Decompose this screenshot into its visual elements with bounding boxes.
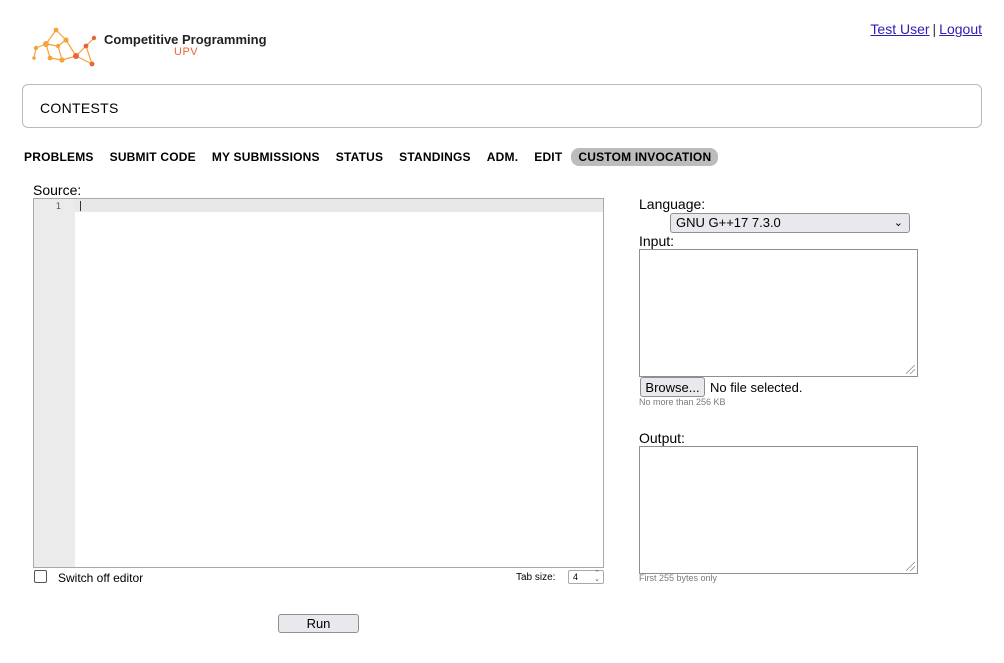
editor-options-row: Switch off editor Tab size: 4 ⌃ ⌄ — [33, 569, 604, 587]
logout-link[interactable]: Logout — [939, 21, 982, 37]
switch-off-editor-label[interactable]: Switch off editor — [58, 571, 143, 585]
output-size-hint: First 255 bytes only — [639, 573, 718, 583]
contests-link[interactable]: CONTESTS — [40, 100, 119, 116]
network-logo-icon — [32, 27, 97, 67]
tab-size-label: Tab size: — [516, 572, 556, 583]
active-line-highlight — [34, 199, 603, 212]
file-status-text: No file selected. — [710, 380, 803, 395]
resize-grip-icon[interactable] — [906, 365, 915, 374]
nav-item-custom-invocation[interactable]: CUSTOM INVOCATION — [571, 148, 719, 166]
input-textarea[interactable] — [639, 249, 918, 377]
logo-subtitle: UPV — [174, 46, 199, 58]
run-button[interactable]: Run — [278, 614, 359, 633]
output-textarea[interactable] — [639, 446, 918, 574]
nav-item-problems[interactable]: PROBLEMS — [17, 148, 101, 166]
contests-bar: CONTESTS — [22, 84, 982, 128]
tab-size-value: 4 — [573, 572, 579, 582]
tab-size-input[interactable]: 4 ⌃ ⌄ — [568, 570, 604, 584]
switch-off-editor-checkbox[interactable] — [34, 570, 47, 583]
nav-item-edit[interactable]: EDIT — [527, 148, 569, 166]
input-size-hint: No more than 256 KB — [639, 397, 726, 407]
spinner-arrows-icon[interactable]: ⌃ ⌄ — [594, 570, 600, 583]
user-bar-separator: | — [932, 21, 937, 37]
text-caret — [80, 201, 81, 211]
language-label: Language: — [639, 196, 706, 212]
user-profile-link[interactable]: Test User — [870, 21, 929, 37]
nav-item-submit-code[interactable]: SUBMIT CODE — [103, 148, 203, 166]
line-number-gutter: 1 — [34, 199, 75, 567]
nav-item-adm[interactable]: ADM. — [480, 148, 525, 166]
nav-item-my-submissions[interactable]: MY SUBMISSIONS — [205, 148, 327, 166]
user-bar: Test User | Logout — [870, 21, 982, 37]
browse-file-button[interactable]: Browse... — [640, 377, 705, 397]
site-logo[interactable]: Competitive Programming UPV — [32, 24, 282, 70]
nav-item-standings[interactable]: STANDINGS — [392, 148, 478, 166]
line-number: 1 — [55, 202, 61, 212]
nav-item-status[interactable]: STATUS — [329, 148, 390, 166]
logo-title: Competitive Programming — [104, 32, 267, 47]
language-select[interactable]: GNU G++17 7.3.0 ⌄ — [670, 213, 910, 233]
source-code-editor[interactable]: 1 — [33, 198, 604, 568]
source-label: Source: — [33, 182, 82, 198]
input-label: Input: — [639, 233, 675, 249]
resize-grip-icon[interactable] — [906, 562, 915, 571]
language-selected-value: GNU G++17 7.3.0 — [676, 215, 781, 230]
output-label: Output: — [639, 430, 685, 446]
contest-nav: PROBLEMS SUBMIT CODE MY SUBMISSIONS STAT… — [17, 147, 720, 167]
chevron-down-icon: ⌄ — [893, 217, 903, 229]
